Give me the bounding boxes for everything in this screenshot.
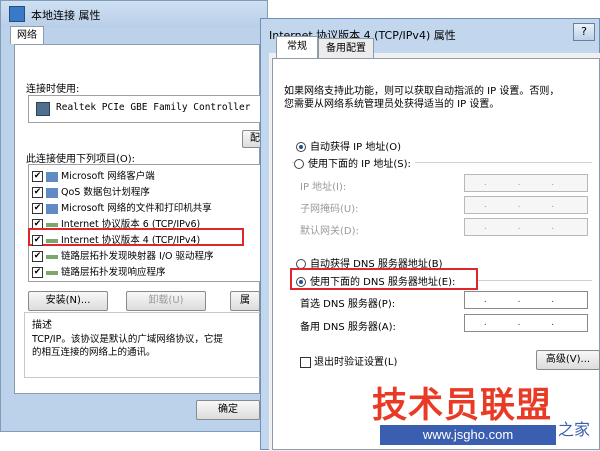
ok-button[interactable]: 确定 [196, 400, 260, 420]
list-item[interactable]: ✔ Microsoft 网络客户端 [32, 168, 155, 183]
adapter-icon [36, 102, 50, 116]
subnet-mask-input[interactable]: . . . [464, 196, 588, 214]
manual-dns-radio[interactable]: 使用下面的 DNS 服务器地址(E): [296, 273, 455, 288]
client-icon [46, 171, 58, 182]
checkbox[interactable]: ✔ [32, 267, 43, 278]
list-item[interactable]: ✔ 链路层拓扑发现映射器 I/O 驱动程序 [32, 248, 214, 263]
list-item[interactable]: ✔ Microsoft 网络的文件和打印机共享 [32, 200, 212, 215]
validate-on-exit-checkbox[interactable]: 退出时验证设置(L) [300, 353, 397, 368]
connect-using-label: 连接时使用: [26, 84, 80, 95]
watermark-tail: 之家 [558, 420, 591, 439]
manual-ip-radio[interactable]: 使用下面的 IP 地址(S): [294, 155, 415, 170]
protocol-icon [46, 270, 58, 275]
watermark-brand: 技术员联盟 [372, 386, 553, 426]
description-title: 描述 [32, 320, 52, 331]
tab-network[interactable]: 网络 [10, 26, 44, 44]
ip-address-label: IP 地址(I): [300, 182, 347, 193]
preferred-dns-label: 首选 DNS 服务器(P): [300, 299, 396, 310]
uninstall-button[interactable]: 卸载(U) [126, 291, 206, 311]
gateway-label: 默认网关(D): [300, 226, 359, 237]
list-item[interactable]: ✔ QoS 数据包计划程序 [32, 184, 150, 199]
advanced-button[interactable]: 高级(V)... [536, 350, 600, 370]
properties-button[interactable]: 属 [230, 291, 260, 311]
checkbox[interactable]: ✔ [32, 171, 43, 182]
adapter-name: Realtek PCIe GBE Family Controller [56, 102, 251, 113]
gateway-input[interactable]: . . . [464, 218, 588, 236]
protocol-icon [46, 254, 58, 259]
network-icon [9, 6, 25, 22]
protocol-icon [46, 238, 58, 243]
ip-address-input[interactable]: . . . [464, 174, 588, 192]
checkbox[interactable]: ✔ [32, 187, 43, 198]
list-item[interactable]: ✔ 链路层拓扑发现响应程序 [32, 264, 166, 279]
watermark-url: www.jsgho.com [380, 425, 556, 445]
install-button[interactable]: 安装(N)... [28, 291, 108, 311]
radio-empty-icon [294, 159, 304, 169]
radio-selected-icon [296, 277, 306, 287]
checkbox[interactable] [300, 356, 311, 368]
checkbox[interactable]: ✔ [32, 235, 43, 246]
tab-alternate-config[interactable]: 备用配置 [318, 38, 374, 58]
service-icon [46, 187, 58, 198]
checkbox[interactable]: ✔ [32, 251, 43, 262]
subnet-mask-label: 子网掩码(U): [300, 204, 359, 215]
alternate-dns-label: 备用 DNS 服务器(A): [300, 322, 396, 333]
preferred-dns-input[interactable]: . . . [464, 291, 588, 309]
items-label: 此连接使用下列项目(O): [26, 154, 136, 165]
radio-selected-icon [296, 142, 306, 152]
tab-general[interactable]: 常规 [276, 36, 318, 58]
protocol-icon [46, 222, 58, 227]
list-item-ipv4[interactable]: ✔ Internet 协议版本 4 (TCP/IPv4) [32, 232, 200, 247]
intro-text-line-2: 您需要从网络系统管理员处获得适当的 IP 设置。 [284, 99, 500, 110]
description-text-line-1: TCP/IP。该协议是默认的广域网络协议，它提 [32, 334, 223, 345]
checkbox[interactable]: ✔ [32, 203, 43, 214]
description-text-line-2: 的相互连接的网络上的通讯。 [32, 347, 156, 358]
service-icon [46, 203, 58, 214]
window-title: 本地连接 属性 [31, 9, 101, 22]
auto-ip-radio[interactable]: 自动获得 IP 地址(O) [296, 138, 401, 153]
alternate-dns-input[interactable]: . . . [464, 314, 588, 332]
help-button[interactable]: ? [573, 23, 595, 41]
